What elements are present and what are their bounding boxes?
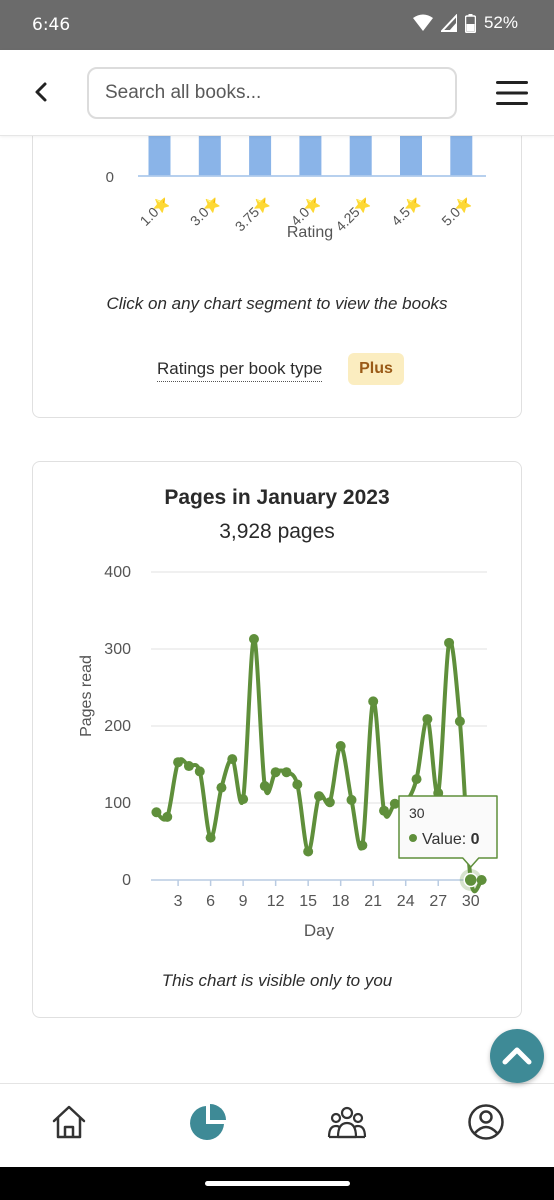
data-point: [444, 637, 455, 648]
x-tick-label: 30: [462, 893, 480, 910]
data-point: [194, 766, 205, 777]
rating-bar[interactable]: [249, 136, 272, 176]
data-point: [335, 741, 346, 752]
ratings-y-tick-label: 0: [106, 169, 114, 186]
privacy-note: This chart is visible only to you: [161, 971, 393, 990]
ratings-bar-chart[interactable]: 0 Rating 1.0⭐ 3.0⭐ 3.75⭐ 4.0⭐ 4.25⭐ 4.5⭐ 5.0⭐: [33, 136, 523, 247]
x-tick-label: 12: [267, 893, 285, 910]
x-tick-label: 21: [364, 893, 382, 910]
chevron-up-icon: [502, 1047, 532, 1065]
data-point: [303, 846, 314, 857]
x-tick-label: 15: [299, 893, 317, 910]
rating-bar[interactable]: [198, 136, 221, 176]
community-icon[interactable]: [327, 1102, 367, 1142]
search-input[interactable]: [87, 67, 457, 119]
y-tick-label: 200: [104, 718, 131, 735]
tooltip-value-text: Value: 0: [422, 831, 480, 848]
battery-icon: [464, 13, 476, 33]
ratings-card: 0 Rating 1.0 ⭐ 3.0 ⭐ 3.75 ⭐ 4.0 ⭐ 4.25 ⭐ 4.5 ⭐ 5.0 ⭐ …: [32, 136, 522, 418]
x-axis-title: Day: [304, 921, 335, 940]
y-tick-label: 100: [104, 795, 131, 812]
scroll-to-top-button[interactable]: [490, 1029, 544, 1083]
profile-icon[interactable]: [466, 1102, 506, 1142]
plus-badge: Plus: [348, 353, 404, 385]
tooltip-title: 30: [409, 805, 425, 821]
y-tick-label: 0: [122, 872, 131, 889]
home-icon[interactable]: [49, 1102, 89, 1142]
app-header: [0, 50, 554, 136]
data-point: [422, 714, 433, 725]
rating-bar[interactable]: [400, 136, 422, 176]
tooltip-legend-dot: [409, 834, 417, 842]
y-tick-label: 300: [104, 641, 131, 658]
data-point: [238, 794, 249, 805]
x-tick-label: 27: [429, 893, 447, 910]
chart-tooltip: 30 Value: 0: [398, 795, 498, 868]
y-axis-title: Pages read: [78, 655, 95, 737]
data-point: [162, 811, 173, 822]
data-point: [463, 872, 478, 888]
signal-icon: [440, 14, 457, 32]
data-point: [259, 781, 270, 792]
back-arrow-icon[interactable]: [30, 80, 54, 104]
x-tick-label: 6: [206, 893, 215, 910]
rating-bar[interactable]: [148, 136, 171, 176]
hamburger-menu-icon[interactable]: [495, 79, 529, 107]
data-point: [173, 757, 184, 768]
stats-scroll-area[interactable]: 0 Rating 1.0 ⭐ 3.0 ⭐ 3.75 ⭐ 4.0 ⭐ 4.25 ⭐ 4.5 ⭐ 5.0 ⭐ …: [0, 136, 554, 1083]
x-tick-label: 3: [174, 893, 183, 910]
rating-bar[interactable]: [299, 136, 322, 176]
data-point: [357, 840, 368, 851]
chart-hint-text: Click on any chart segment to view the b…: [106, 294, 448, 313]
data-point: [454, 716, 465, 727]
data-point: [346, 794, 357, 805]
ratings-x-axis-title: Rating: [287, 224, 333, 241]
data-point: [476, 875, 487, 885]
wifi-icon: [412, 14, 433, 31]
data-point: [292, 779, 303, 790]
stats-pie-icon[interactable]: [188, 1102, 228, 1142]
data-point: [151, 807, 162, 818]
data-point: [314, 791, 324, 802]
data-point: [368, 696, 379, 707]
data-point: [205, 832, 216, 843]
data-point: [248, 633, 259, 644]
ratings-per-book-type-link[interactable]: Ratings per book type: [157, 359, 323, 382]
data-point: [183, 761, 194, 772]
data-point: [411, 774, 422, 785]
rating-bar[interactable]: [349, 136, 372, 176]
status-icons: 52%: [412, 13, 518, 33]
data-point: [270, 767, 281, 778]
tooltip-value: 0: [471, 831, 480, 848]
data-point: [227, 754, 238, 765]
battery-percent: 52%: [483, 13, 518, 32]
tooltip-value-label: Value:: [422, 831, 471, 848]
rating-bar[interactable]: [450, 136, 473, 176]
data-point: [379, 805, 390, 816]
data-point: [324, 797, 335, 808]
data-point: [281, 767, 292, 778]
data-point: [216, 782, 227, 793]
status-time: 6:46: [32, 15, 71, 35]
bottom-nav: [0, 1083, 554, 1167]
pages-card: Pages in January 2023 3,928 pages Pages …: [32, 461, 522, 1018]
x-tick-label: 24: [397, 893, 415, 910]
x-tick-label: 9: [239, 893, 248, 910]
x-tick-label: 18: [332, 893, 350, 910]
status-bar: 6:46 52%: [0, 0, 554, 50]
y-tick-label: 400: [104, 564, 131, 581]
gesture-bar: [0, 1167, 554, 1200]
pages-line-chart[interactable]: Pages read Day 01002003004003 6 9 12 15 18 21 2…: [33, 462, 523, 982]
home-indicator[interactable]: [205, 1181, 350, 1186]
